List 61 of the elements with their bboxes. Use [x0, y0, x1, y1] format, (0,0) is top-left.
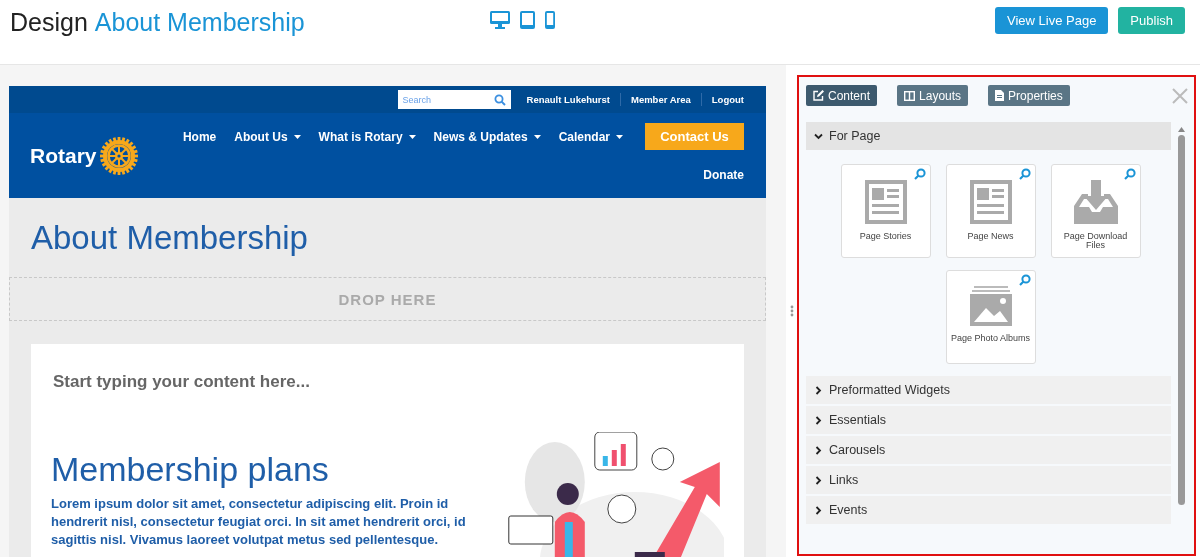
panel-tab[interactable]: Content: [806, 85, 878, 106]
widget-card[interactable]: Page Download Files: [1050, 164, 1141, 258]
download-tray-icon: [1073, 180, 1118, 224]
nav-link[interactable]: Home: [182, 129, 217, 144]
accordion-header[interactable]: For Page: [806, 122, 1171, 150]
phone-icon[interactable]: [545, 11, 555, 29]
accordion-header[interactable]: Carousels: [806, 436, 1171, 464]
chevron-icon: [814, 475, 823, 485]
scrollbar-thumb[interactable]: [1177, 135, 1185, 505]
accordion-header[interactable]: Events: [806, 496, 1171, 524]
search-icon[interactable]: [1123, 168, 1136, 180]
search-icon[interactable]: [493, 94, 506, 106]
widget-card[interactable]: Page Stories: [840, 164, 931, 258]
resize-handle[interactable]: [789, 305, 794, 317]
caret-icon: [408, 134, 416, 139]
chevron-icon: [814, 385, 823, 395]
widget-card[interactable]: Page News: [945, 164, 1036, 258]
nav-link[interactable]: About Us: [234, 129, 301, 144]
columns-icon: [904, 90, 916, 101]
nav-link[interactable]: News & Updates: [433, 129, 541, 144]
caret-icon: [616, 134, 623, 139]
search-icon[interactable]: [913, 168, 926, 180]
content-editor[interactable]: [31, 344, 744, 557]
top-link[interactable]: Member Area: [630, 94, 691, 105]
caret-icon: [533, 134, 541, 139]
logo-text: Rotary: [30, 143, 97, 168]
tablet-icon[interactable]: [520, 11, 535, 29]
close-icon[interactable]: [1172, 87, 1188, 104]
chevron-icon: [814, 505, 823, 515]
panel-tab[interactable]: Properties: [988, 85, 1070, 106]
search-field[interactable]: Search: [397, 90, 511, 109]
top-link[interactable]: Renault Lukehurst: [526, 94, 610, 105]
page-title: About Membership: [94, 7, 305, 37]
editor-placeholder: Start typing your content here...: [53, 372, 311, 392]
chevron-icon: [814, 131, 823, 141]
gear-wheel-icon: [98, 135, 139, 176]
image-icon: [969, 286, 1012, 326]
search-icon[interactable]: [1018, 168, 1031, 180]
accordion-header[interactable]: Essentials: [806, 406, 1171, 434]
caret-icon: [293, 134, 301, 139]
section-heading: Membership plans: [51, 450, 330, 489]
accordion-header[interactable]: Links: [806, 466, 1171, 494]
edit-icon: [813, 90, 824, 101]
chevron-icon: [814, 445, 823, 455]
desktop-icon[interactable]: [490, 11, 510, 29]
accordion-header[interactable]: Preformatted Widgets: [806, 376, 1171, 404]
nav-link[interactable]: Calendar: [558, 129, 623, 144]
chevron-icon: [814, 415, 823, 425]
article-icon: [864, 180, 907, 224]
page-title-prefix: Design: [10, 7, 88, 37]
paragraph: Lorem ipsum dolor sit amet, consectetur adipiscing elit. Proin id hendrerit nisl, consectetur feugiat orci. In sit amet hendrerit orci, id sagittis nisl. Vivamus laoreet volutpat metus sed pellentesque.: [51, 495, 467, 549]
nav-link[interactable]: What is Rotary: [318, 129, 416, 144]
top-link[interactable]: Logout: [711, 94, 744, 105]
document-icon: [995, 90, 1005, 101]
article-icon: [969, 180, 1012, 224]
donate-link[interactable]: Donate: [703, 168, 744, 182]
page-heading: About Membership: [31, 218, 309, 258]
panel-tab[interactable]: Layouts: [897, 85, 969, 106]
search-icon[interactable]: [1018, 274, 1031, 286]
scroll-up-arrow-icon[interactable]: [1177, 127, 1185, 132]
widget-card[interactable]: Page Photo Albums: [945, 270, 1036, 364]
